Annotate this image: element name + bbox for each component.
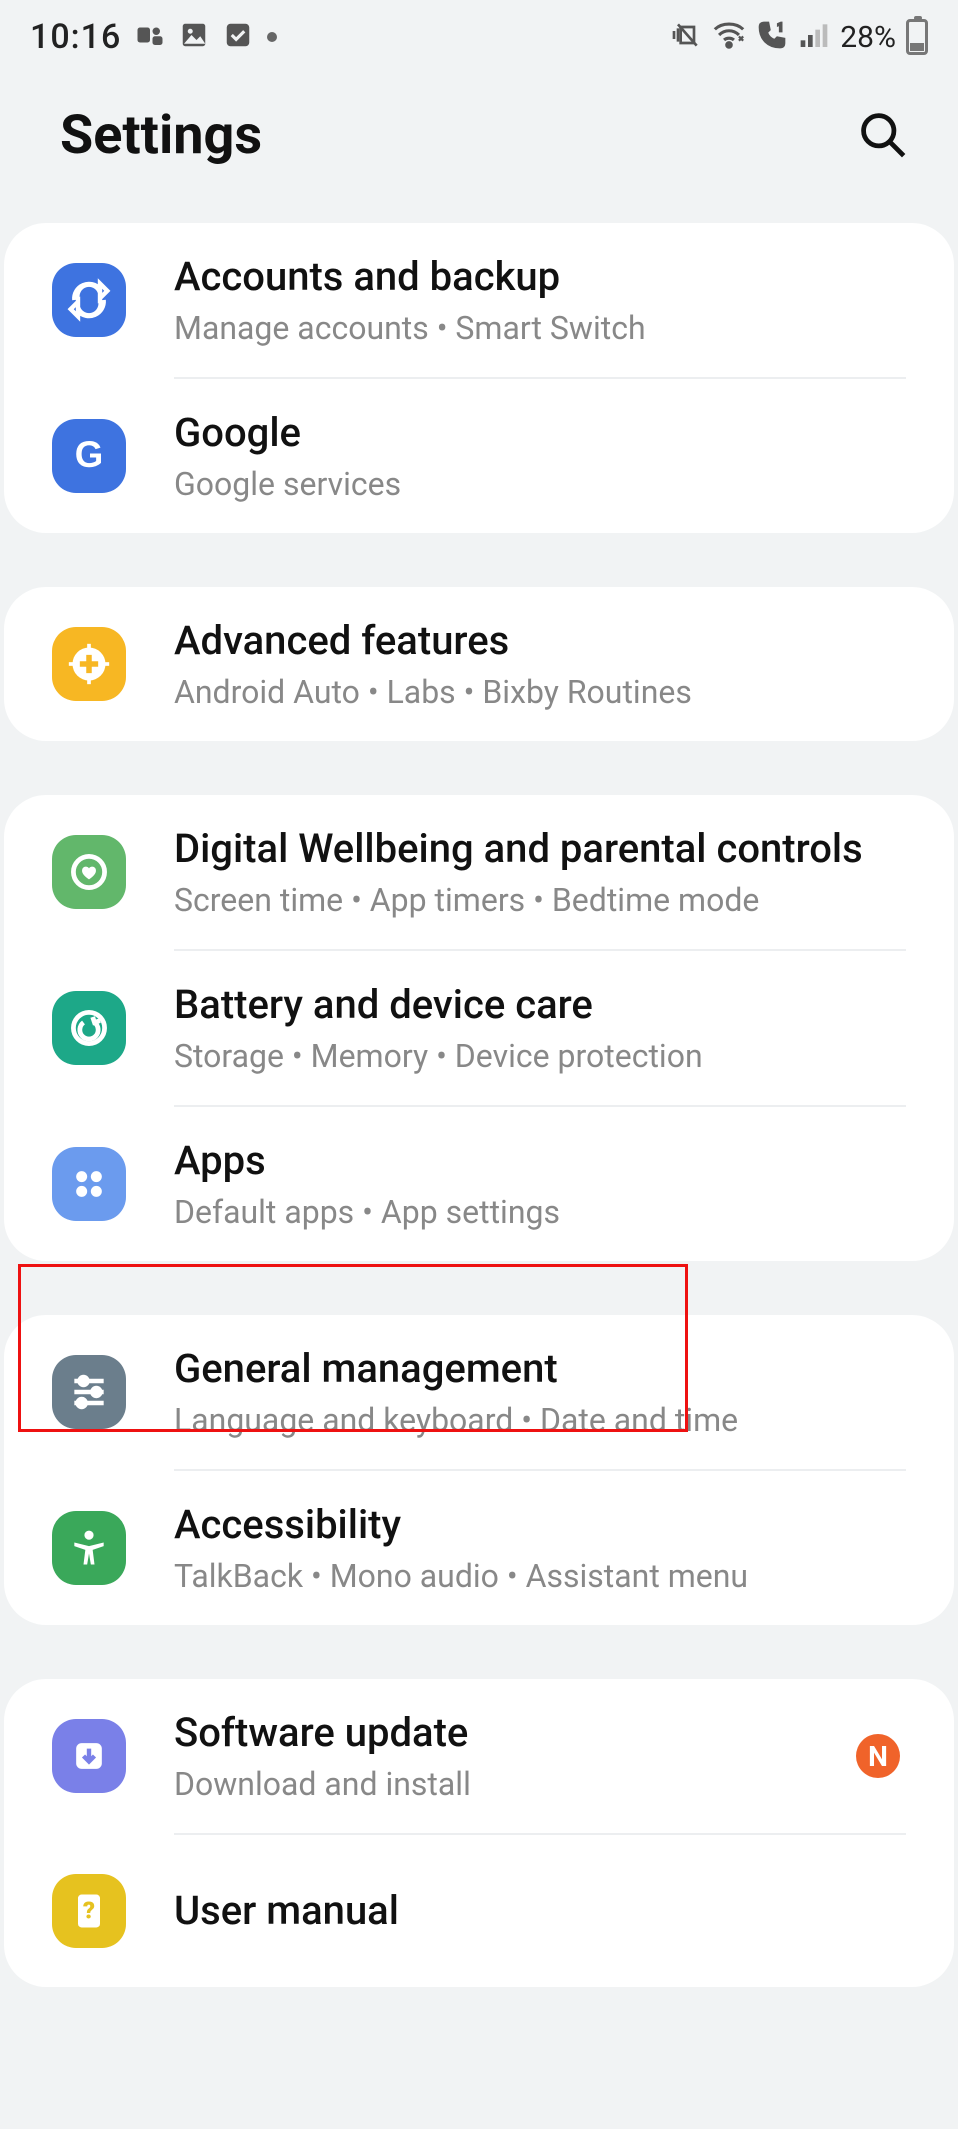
call-icon: 1 xyxy=(756,19,788,55)
row-subtitle: Download and install xyxy=(174,1765,856,1803)
row-text: Apps Default apps • App settings xyxy=(174,1137,906,1231)
wellbeing-icon xyxy=(52,835,126,909)
settings-row-software-update[interactable]: Software update Download and installN xyxy=(4,1679,954,1833)
search-button[interactable] xyxy=(856,108,908,163)
settings-group: General management Language and keyboard … xyxy=(4,1315,954,1625)
battery-icon xyxy=(906,19,928,55)
row-subtitle: Android Auto • Labs • Bixby Routines xyxy=(174,673,906,711)
settings-group: Accounts and backup Manage accounts • Sma… xyxy=(4,223,954,533)
status-left: 10:16 xyxy=(30,17,277,57)
row-title: Accounts and backup xyxy=(174,253,906,301)
row-title: Advanced features xyxy=(174,617,906,665)
settings-row-user-manual[interactable]: ? User manual xyxy=(4,1835,954,1987)
settings-group: Advanced features Android Auto • Labs • B… xyxy=(4,587,954,741)
row-title: Apps xyxy=(174,1137,906,1185)
svg-text:G: G xyxy=(75,434,104,475)
row-title: General management xyxy=(174,1345,906,1393)
row-text: Battery and device care Storage • Memory … xyxy=(174,981,906,1075)
settings-group: Software update Download and installN? Use… xyxy=(4,1679,954,1987)
care-icon xyxy=(52,991,126,1065)
row-title: Digital Wellbeing and parental controls xyxy=(174,825,906,873)
battery-percent: 28% xyxy=(840,20,896,55)
row-subtitle: Language and keyboard • Date and time xyxy=(174,1401,906,1439)
checkbox-icon xyxy=(223,20,253,54)
plus-gear-icon xyxy=(52,627,126,701)
row-title: Accessibility xyxy=(174,1501,906,1549)
settings-row-digital-wellbeing[interactable]: Digital Wellbeing and parental controls S… xyxy=(4,795,954,949)
row-title: Battery and device care xyxy=(174,981,906,1029)
settings-row-apps[interactable]: Apps Default apps • App settings xyxy=(4,1107,954,1261)
signal-icon xyxy=(798,19,830,55)
svg-text:1: 1 xyxy=(778,21,784,34)
row-text: Accessibility TalkBack • Mono audio • Ass… xyxy=(174,1501,906,1595)
row-subtitle: Screen time • App timers • Bedtime mode xyxy=(174,881,906,919)
row-text: Software update Download and install xyxy=(174,1709,856,1803)
row-text: Accounts and backup Manage accounts • Sma… xyxy=(174,253,906,347)
search-icon xyxy=(856,108,908,160)
row-title: Google xyxy=(174,409,906,457)
sync-icon xyxy=(52,263,126,337)
settings-row-general-management[interactable]: General management Language and keyboard … xyxy=(4,1315,954,1469)
teams-icon xyxy=(135,20,165,54)
wifi-icon xyxy=(712,18,746,56)
manual-icon: ? xyxy=(52,1874,126,1948)
settings-row-accessibility[interactable]: Accessibility TalkBack • Mono audio • Ass… xyxy=(4,1471,954,1625)
row-text: General management Language and keyboard … xyxy=(174,1345,906,1439)
settings-row-battery-care[interactable]: Battery and device care Storage • Memory … xyxy=(4,951,954,1105)
settings-group: Digital Wellbeing and parental controls S… xyxy=(4,795,954,1261)
row-subtitle: Storage • Memory • Device protection xyxy=(174,1037,906,1075)
row-text: Digital Wellbeing and parental controls S… xyxy=(174,825,906,919)
row-text: Advanced features Android Auto • Labs • B… xyxy=(174,617,906,711)
page-header: Settings xyxy=(0,70,958,223)
svg-text:?: ? xyxy=(83,1896,95,1924)
row-text: Google Google services xyxy=(174,409,906,503)
page-title: Settings xyxy=(60,104,262,167)
apps-icon xyxy=(52,1147,126,1221)
status-time: 10:16 xyxy=(30,17,121,57)
status-bar: 10:16 1 28% xyxy=(0,0,958,70)
settings-row-advanced-features[interactable]: Advanced features Android Auto • Labs • B… xyxy=(4,587,954,741)
row-subtitle: Google services xyxy=(174,465,906,503)
sliders-icon xyxy=(52,1355,126,1429)
update-icon xyxy=(52,1719,126,1793)
settings-row-google[interactable]: G Google Google services xyxy=(4,379,954,533)
more-notifications-dot xyxy=(267,32,277,42)
row-title: Software update xyxy=(174,1709,856,1757)
vibrate-icon xyxy=(670,19,702,55)
row-subtitle: Manage accounts • Smart Switch xyxy=(174,309,906,347)
status-right: 1 28% xyxy=(670,18,928,56)
a11y-icon xyxy=(52,1511,126,1585)
gallery-icon xyxy=(179,20,209,54)
row-subtitle: Default apps • App settings xyxy=(174,1193,906,1231)
settings-row-accounts-backup[interactable]: Accounts and backup Manage accounts • Sma… xyxy=(4,223,954,377)
google-icon: G xyxy=(52,419,126,493)
row-subtitle: TalkBack • Mono audio • Assistant menu xyxy=(174,1557,906,1595)
row-title: User manual xyxy=(174,1887,906,1935)
row-text: User manual xyxy=(174,1887,906,1935)
notification-badge: N xyxy=(856,1734,900,1778)
